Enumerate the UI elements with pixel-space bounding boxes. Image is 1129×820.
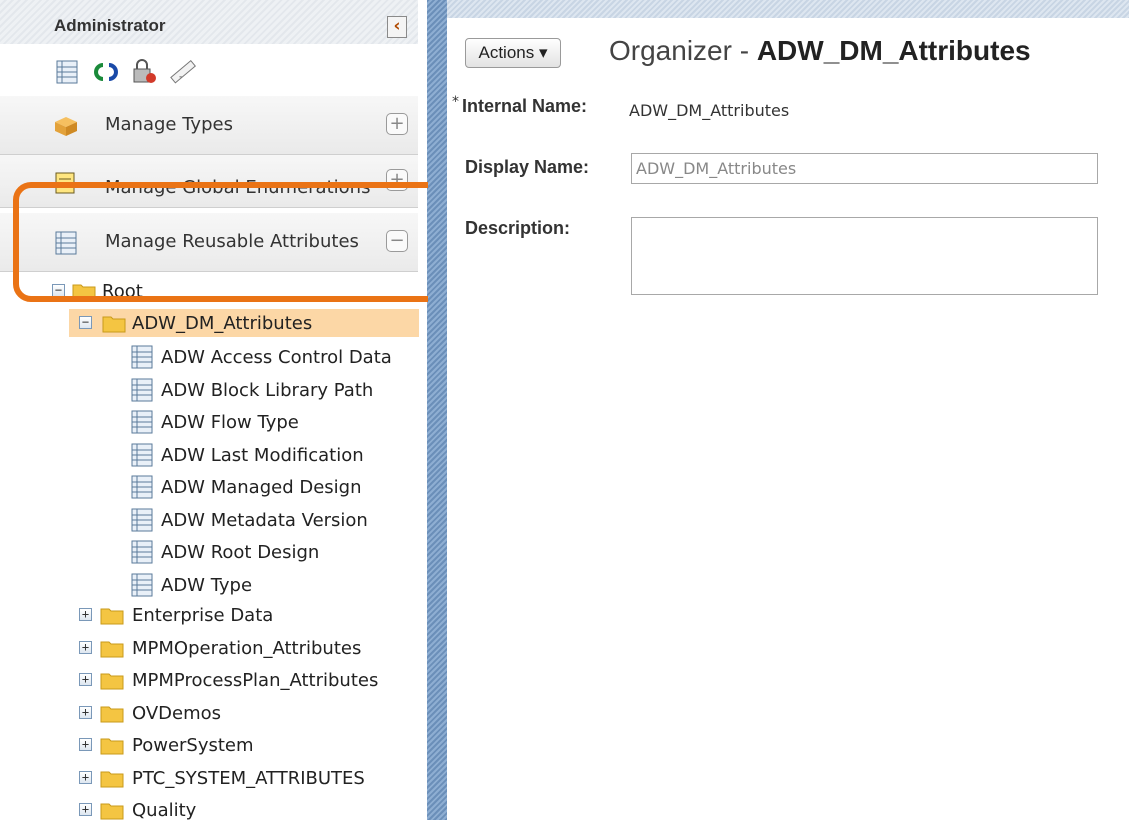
- folder-icon: [100, 738, 124, 755]
- attribute-icon: [131, 378, 153, 401]
- enumeration-icon: [55, 172, 75, 194]
- section-manage-reusable-attributes[interactable]: Manage Reusable Attributes −: [0, 213, 418, 272]
- section-label: Manage Global Enumerations: [105, 177, 371, 198]
- attribute-icon: [131, 508, 153, 531]
- title-name: ADW_DM_Attributes: [756, 35, 1031, 66]
- lock-settings-icon[interactable]: [130, 58, 158, 86]
- attribute-icon: [131, 443, 153, 466]
- folder-icon: [100, 771, 124, 787]
- box-icon: [55, 117, 77, 136]
- collapse-node-button[interactable]: −: [52, 284, 65, 297]
- attribute-icon: [131, 475, 153, 499]
- folder-icon: [100, 608, 124, 625]
- section-manage-types[interactable]: Manage Types +: [0, 96, 418, 155]
- tree-node-label: OVDemos: [132, 702, 222, 724]
- attribute-icon: [131, 410, 153, 434]
- expand-node-button[interactable]: +: [79, 673, 92, 686]
- display-name-label: Display Name:: [465, 157, 590, 177]
- tree-node-label: PowerSystem: [132, 735, 254, 756]
- expand-button[interactable]: +: [386, 113, 408, 135]
- tree-node-label: ADW Last Modification: [161, 444, 364, 466]
- attribute-icon: [131, 540, 153, 564]
- description-label: Description:: [465, 218, 571, 238]
- collapse-panel-button[interactable]: ‹: [387, 16, 407, 38]
- tree-node-label: ADW Flow Type: [161, 412, 299, 433]
- description-field[interactable]: [631, 217, 1098, 295]
- expand-node-button[interactable]: +: [79, 608, 92, 621]
- refresh-icon[interactable]: [92, 58, 120, 86]
- panel-splitter[interactable]: [427, 0, 447, 820]
- tree-node-label: MPMProcessPlan_Attributes: [132, 670, 379, 691]
- panel-header: Administrator ‹: [0, 0, 418, 44]
- tree-node-label: ADW Root Design: [161, 542, 320, 563]
- tree-node-label: Quality: [132, 800, 197, 820]
- tree-node-label: MPMOperation_Attributes: [132, 637, 362, 659]
- attribute-icon: [131, 345, 153, 369]
- expand-node-button[interactable]: +: [79, 803, 92, 816]
- expand-node-button[interactable]: +: [79, 738, 92, 751]
- folder-icon: [100, 641, 124, 657]
- folder-open-icon: [102, 316, 126, 333]
- required-marker: *: [452, 94, 459, 110]
- expand-button[interactable]: +: [386, 169, 408, 191]
- page-title: Organizer - ADW_DM_Attributes: [609, 35, 1031, 67]
- header-strip: [447, 0, 1129, 18]
- attribute-list-icon: [55, 231, 77, 255]
- folder-icon: [100, 673, 124, 690]
- section-manage-global-enumerations[interactable]: Manage Global Enumerations +: [0, 155, 418, 208]
- tree-node-label: ADW Type: [161, 574, 253, 596]
- chevron-left-icon: ‹: [393, 16, 401, 36]
- actions-menu-button[interactable]: Actions ▾: [465, 38, 561, 68]
- collapse-node-button[interactable]: −: [79, 316, 92, 329]
- attribute-icon: [131, 573, 153, 596]
- tree-node-label: Enterprise Data: [132, 605, 274, 626]
- ruler-icon[interactable]: [168, 58, 196, 86]
- tree-node-label: ADW Managed Design: [161, 477, 362, 498]
- folder-icon: [72, 284, 96, 301]
- panel-title: Administrator: [54, 16, 166, 35]
- section-label: Manage Reusable Attributes: [105, 231, 359, 252]
- folder-icon: [100, 803, 124, 820]
- internal-name-value: ADW_DM_Attributes: [629, 101, 790, 120]
- folder-icon: [100, 706, 124, 722]
- tree-node-label: ADW Block Library Path: [161, 379, 374, 401]
- left-navigation-panel: Administrator ‹ Manage Types + Manage Gl…: [0, 0, 428, 820]
- section-label: Manage Types: [105, 114, 233, 135]
- internal-name-label: Internal Name:: [462, 96, 588, 116]
- tree-node-label: ADW Metadata Version: [161, 509, 368, 531]
- tree-node-selected[interactable]: − ADW_DM_Attributes: [69, 309, 419, 337]
- expand-node-button[interactable]: +: [79, 705, 92, 719]
- expand-node-button[interactable]: +: [79, 640, 92, 654]
- title-prefix: Organizer -: [609, 35, 757, 66]
- tree-node-label: PTC_SYSTEM_ATTRIBUTES: [132, 767, 365, 789]
- tree-node-root[interactable]: − Root: [0, 277, 418, 305]
- expand-node-button[interactable]: +: [79, 770, 92, 784]
- organizer-panel: Actions ▾ Organizer - ADW_DM_Attributes …: [447, 18, 1129, 820]
- attribute-list-icon[interactable]: [53, 58, 81, 86]
- tree-node-label: ADW Access Control Data: [161, 347, 392, 368]
- tree-node-label: Root: [102, 281, 143, 302]
- tree-node-label: ADW_DM_Attributes: [132, 313, 313, 334]
- admin-toolbar: [0, 44, 418, 101]
- display-name-field[interactable]: [631, 153, 1098, 184]
- collapse-button[interactable]: −: [386, 230, 408, 252]
